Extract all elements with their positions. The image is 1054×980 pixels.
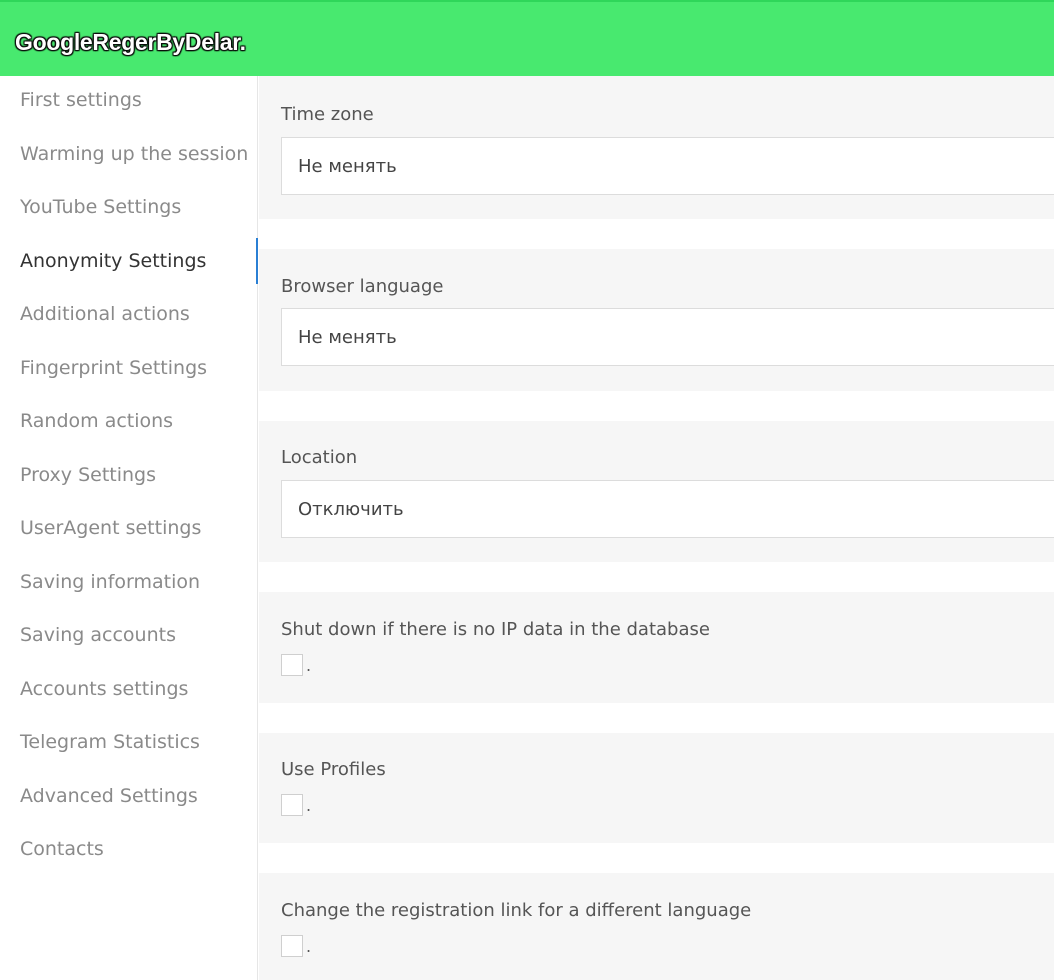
app-title: GoogleRegerByDelar. (15, 29, 246, 55)
sidebar-item-proxy-settings[interactable]: Proxy Settings (20, 464, 156, 486)
browser-language-value: Не менять (298, 327, 397, 348)
change-reg-link-section: Change the registration link for a diffe… (259, 873, 1054, 980)
sidebar-item-advanced-settings[interactable]: Advanced Settings (20, 785, 198, 807)
sidebar-item-saving-information[interactable]: Saving information (20, 571, 200, 593)
sidebar-item-first-settings[interactable]: First settings (20, 89, 142, 111)
sidebar-item-telegram-statistics[interactable]: Telegram Statistics (20, 731, 200, 753)
sidebar-nav: First settings Warming up the session Yo… (0, 76, 258, 980)
sidebar-item-accounts-settings[interactable]: Accounts settings (20, 678, 188, 700)
location-select[interactable]: Отключить (281, 480, 1054, 538)
settings-form: Time zone Не менять Browser language Не … (259, 76, 1054, 980)
time-zone-value: Не менять (298, 156, 397, 177)
shutdown-no-ip-checkbox[interactable] (281, 654, 303, 676)
sidebar-item-additional-actions[interactable]: Additional actions (20, 303, 190, 325)
active-nav-indicator (256, 238, 258, 284)
sidebar-item-useragent-settings[interactable]: UserAgent settings (20, 517, 201, 539)
location-label: Location (281, 447, 358, 468)
use-profiles-checkbox[interactable] (281, 794, 303, 816)
time-zone-label: Time zone (281, 104, 374, 125)
location-section: Location Отключить (259, 421, 1054, 562)
time-zone-section: Time zone Не менять (259, 76, 1054, 219)
browser-language-select[interactable]: Не менять (281, 308, 1054, 366)
shutdown-no-ip-label: Shut down if there is no IP data in the … (281, 619, 710, 640)
sidebar-item-random-actions[interactable]: Random actions (20, 410, 173, 432)
use-profiles-suffix: . (306, 796, 312, 815)
location-value: Отключить (298, 499, 404, 520)
time-zone-select[interactable]: Не менять (281, 137, 1054, 195)
sidebar-item-anonymity-settings[interactable]: Anonymity Settings (20, 250, 206, 272)
sidebar-item-contacts[interactable]: Contacts (20, 838, 104, 860)
change-reg-link-label: Change the registration link for a diffe… (281, 900, 752, 921)
sidebar-item-warming-up[interactable]: Warming up the session (20, 143, 248, 165)
sidebar-item-youtube-settings[interactable]: YouTube Settings (20, 196, 181, 218)
browser-language-label: Browser language (281, 276, 444, 297)
browser-language-section: Browser language Не менять (259, 249, 1054, 391)
use-profiles-section: Use Profiles . (259, 733, 1054, 843)
sidebar-item-fingerprint-settings[interactable]: Fingerprint Settings (20, 357, 207, 379)
sidebar-item-saving-accounts[interactable]: Saving accounts (20, 624, 176, 646)
app-header: GoogleRegerByDelar. (0, 0, 1054, 76)
shutdown-no-ip-suffix: . (306, 656, 312, 675)
shutdown-no-ip-section: Shut down if there is no IP data in the … (259, 592, 1054, 703)
change-reg-link-suffix: . (306, 937, 312, 956)
change-reg-link-checkbox[interactable] (281, 935, 303, 957)
use-profiles-label: Use Profiles (281, 759, 386, 780)
